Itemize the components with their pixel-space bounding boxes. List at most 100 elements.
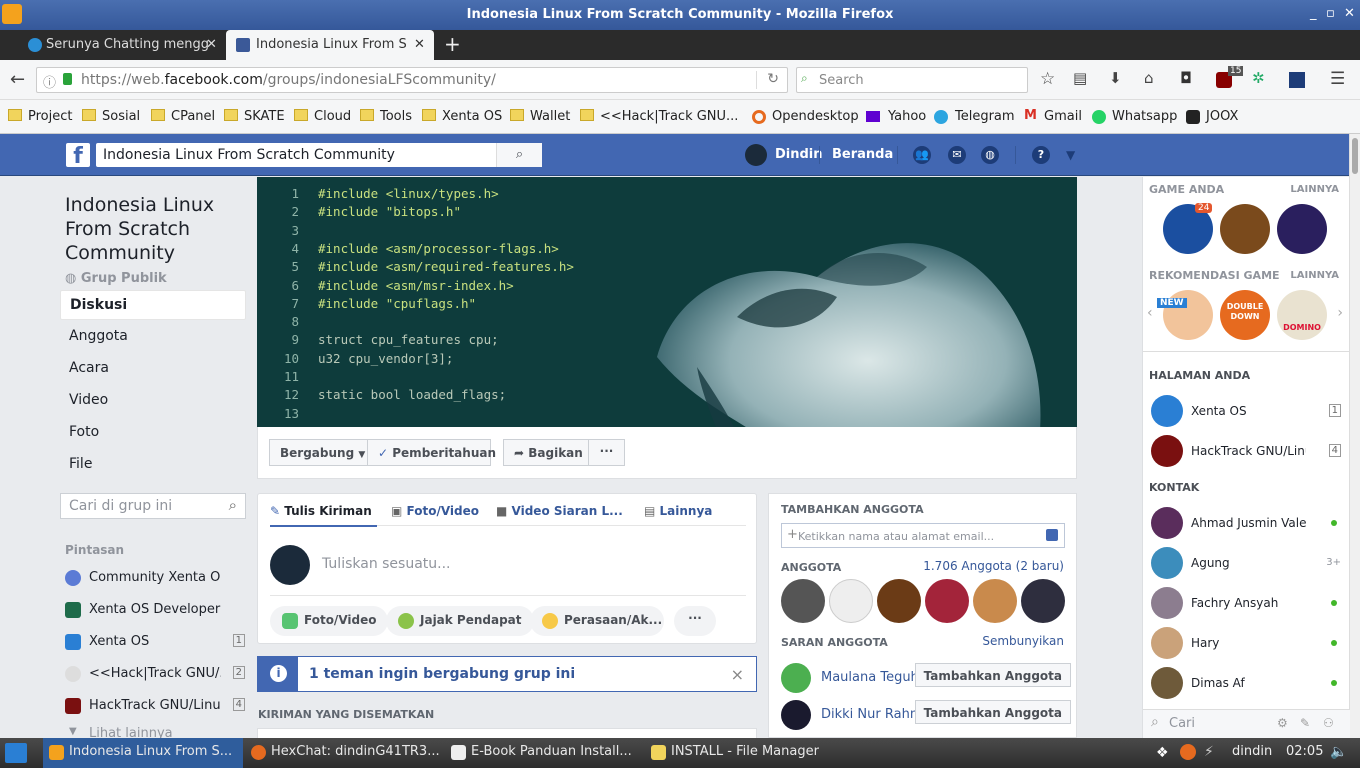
member-avatar[interactable] — [829, 579, 873, 623]
bookmark-wallet[interactable]: Wallet — [510, 109, 570, 124]
chevron-right-icon[interactable]: › — [1337, 305, 1343, 321]
bookmark-sosial[interactable]: Sosial — [82, 109, 140, 124]
facebook-search-input[interactable]: Indonesia Linux From Scratch Community ⌕ — [96, 143, 542, 167]
tab-close-icon[interactable]: ✕ — [206, 37, 217, 52]
shortcut-hacktrack-gnu-linux[interactable]: HackTrack GNU/Linux 4 — [65, 696, 245, 718]
pocket-icon[interactable]: ◘ — [1180, 69, 1192, 87]
group-nav-video[interactable]: Video — [60, 386, 246, 416]
bookmark-star-icon[interactable]: ☆ — [1040, 69, 1055, 89]
dropbox-icon[interactable]: ❖ — [1156, 745, 1169, 761]
close-icon[interactable]: × — [731, 665, 744, 684]
group-nav-diskusi[interactable]: Diskusi — [60, 290, 246, 320]
suggested-member-avatar[interactable] — [781, 700, 811, 730]
suggested-member-avatar[interactable] — [781, 663, 811, 693]
shortcut-xenta-os[interactable]: Xenta OS 1 — [65, 632, 245, 654]
maximize-button[interactable]: ▫ — [1326, 6, 1335, 21]
add-member-button[interactable]: Tambahkan Anggota — [914, 700, 1071, 724]
tab-serunya-chatting[interactable]: Serunya Chatting mengg ✕ — [4, 30, 226, 60]
home-link[interactable]: Beranda — [832, 147, 893, 162]
members-count-link[interactable]: 1.706 Anggota (2 baru) — [923, 559, 1064, 573]
see-more-link[interactable]: ▼ Lihat lainnya — [65, 724, 245, 738]
search-engine-icon[interactable]: ⌕ — [801, 71, 808, 86]
volume-icon[interactable]: 🔈 — [1330, 744, 1347, 760]
home-icon[interactable]: ⌂ — [1144, 69, 1154, 87]
bookmark-opendesktop[interactable]: Opendesktop — [752, 109, 859, 124]
shortcut-community-xenta-os[interactable]: Community Xenta OS — [65, 568, 245, 590]
downloads-icon[interactable]: ⬇ — [1109, 69, 1122, 87]
poll-pill[interactable]: Jajak Pendapat — [386, 606, 534, 636]
compose-icon[interactable]: ✎ — [1300, 716, 1310, 730]
minimize-button[interactable]: _ — [1310, 6, 1317, 21]
member-avatar[interactable] — [877, 579, 921, 623]
contact-item[interactable]: Agung 3+ — [1151, 547, 1341, 581]
taskbar-file-manager[interactable]: INSTALL - File Manager — [645, 738, 845, 768]
feeling-activity-pill[interactable]: Perasaan/Ak... — [530, 606, 664, 636]
notifications-button[interactable]: ✓ Pemberitahuan — [367, 439, 496, 466]
taskbar-hexchat[interactable]: HexChat: dindinG41TR3... — [245, 738, 443, 768]
bookmark-yahoo[interactable]: Yahoo — [866, 109, 926, 124]
back-icon[interactable]: ← — [10, 69, 25, 90]
close-window-button[interactable]: ✕ — [1344, 6, 1355, 21]
chat-search-input[interactable]: ⌕ Cari ⚙ ✎ ⚇ — [1143, 709, 1350, 738]
taskbar-ebook[interactable]: E-Book Panduan Install... — [445, 738, 643, 768]
hexchat-tray-icon[interactable] — [1180, 744, 1196, 760]
bookmark-cloud[interactable]: Cloud — [294, 109, 351, 124]
group-nav-file[interactable]: File — [60, 450, 246, 480]
gear-icon[interactable]: ⚙ — [1277, 716, 1288, 730]
friend-requests-icon[interactable]: 👥 — [913, 146, 931, 164]
contact-item[interactable]: Fachry Ansyah — [1151, 587, 1341, 621]
domino-game-icon[interactable] — [1277, 290, 1327, 340]
bookmark-joox[interactable]: JOOX — [1186, 109, 1238, 124]
group-cover-photo[interactable]: 1 #include <linux/types.h> 2 #include "bit… — [257, 177, 1077, 427]
tab-close-icon[interactable]: ✕ — [414, 37, 425, 52]
user-name[interactable]: dindin — [1232, 744, 1272, 759]
url-bar[interactable]: ⓘ https://web.facebook.com/groups/indone… — [36, 67, 788, 93]
friend-join-notice[interactable]: i 1 teman ingin bergabung grup ini × — [257, 656, 757, 692]
games-more-link[interactable]: LAINNYA — [1290, 184, 1339, 195]
profile-link[interactable]: Dindin — [775, 147, 823, 162]
account-menu-chevron-down-icon[interactable]: ▼ — [1066, 148, 1075, 162]
kingdom-game-icon[interactable] — [1220, 204, 1270, 254]
page-item-hacktrack[interactable]: HackTrack GNU/Linux 4 — [1151, 435, 1341, 469]
recommended-more-link[interactable]: LAINNYA — [1290, 270, 1339, 281]
clock[interactable]: 02:05 — [1286, 744, 1323, 759]
facebook-logo-icon[interactable]: f — [66, 143, 90, 169]
bookmark-tools[interactable]: Tools — [360, 109, 412, 124]
photo-video-pill[interactable]: Foto/Video — [270, 606, 389, 636]
notifications-globe-icon[interactable]: ◍ — [981, 146, 999, 164]
add-member-input[interactable]: + Ketikkan nama atau alamat email... — [781, 523, 1065, 548]
page-scrollbar[interactable] — [1349, 134, 1360, 738]
group-nav-foto[interactable]: Foto — [60, 418, 246, 448]
start-menu-icon[interactable] — [5, 743, 27, 763]
reading-list-icon[interactable]: ▤ — [1073, 69, 1087, 87]
member-avatar[interactable] — [781, 579, 825, 623]
scrollbar-thumb[interactable] — [1352, 138, 1358, 174]
user-avatar[interactable] — [745, 144, 767, 166]
group-name[interactable]: Indonesia Linux From Scratch Community — [65, 193, 245, 265]
contact-item[interactable]: Ahmad Jusmin Vale... — [1151, 507, 1341, 541]
shortcut-hack-track[interactable]: <<Hack|Track GNU/... 2 — [65, 664, 245, 686]
analytics-icon[interactable] — [1289, 72, 1305, 88]
new-group-icon[interactable]: ⚇ — [1323, 716, 1334, 730]
chevron-left-icon[interactable]: ‹ — [1147, 305, 1153, 321]
url-text[interactable]: https://web.facebook.com/groups/indonesi… — [81, 72, 496, 88]
search-bar[interactable]: ⌕ Search — [796, 67, 1028, 93]
tab-more[interactable]: ▤ Lainnya — [644, 504, 712, 518]
info-icon[interactable]: ⓘ — [43, 72, 56, 91]
extension-icon[interactable]: ✲ — [1252, 69, 1265, 87]
taskbar-firefox[interactable]: Indonesia Linux From S... — [43, 738, 243, 768]
messenger-icon[interactable]: ✉ — [948, 146, 966, 164]
member-avatar[interactable] — [1021, 579, 1065, 623]
composer-more-pill[interactable]: ··· — [674, 606, 716, 636]
menu-icon[interactable]: ☰ — [1330, 69, 1345, 89]
search-icon[interactable]: ⌕ — [229, 496, 237, 514]
group-search-input[interactable]: Cari di grup ini ⌕ — [60, 493, 246, 519]
member-avatar[interactable] — [973, 579, 1017, 623]
network-icon[interactable]: ⚡ — [1204, 744, 1214, 760]
tab-photo-video[interactable]: ▣ Foto/Video — [391, 504, 479, 518]
millionaire-game-icon[interactable] — [1277, 204, 1327, 254]
group-nav-anggota[interactable]: Anggota — [60, 322, 246, 352]
new-tab-icon[interactable]: + — [444, 32, 461, 56]
join-group-button[interactable]: Bergabung ▼ — [269, 439, 368, 466]
bookmark-telegram[interactable]: Telegram — [934, 109, 1015, 124]
